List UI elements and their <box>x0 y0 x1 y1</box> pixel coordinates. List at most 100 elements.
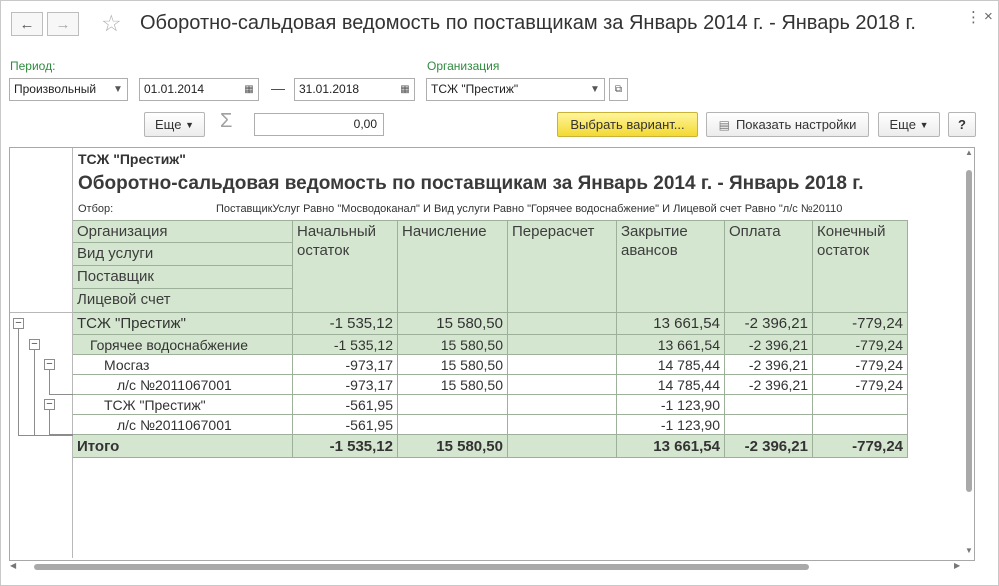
tree-line <box>18 329 19 436</box>
row-service-name[interactable]: Горячее водоснабжение <box>73 335 293 355</box>
sigma-icon[interactable]: Σ <box>220 110 232 133</box>
row-supplier-prestige-opening: -561,95 <box>293 395 398 415</box>
star-icon[interactable]: ☆ <box>101 10 122 37</box>
row-service-closing: -779,24 <box>813 335 908 355</box>
settings-icon: ▤ <box>718 117 730 132</box>
more-button-label: Еще <box>889 117 916 132</box>
vertical-scroll-thumb[interactable] <box>966 170 972 492</box>
tree-line <box>49 394 73 395</box>
scroll-right-icon[interactable]: ▶ <box>954 561 960 570</box>
chevron-down-icon: ▼ <box>185 119 194 130</box>
row-supplier-mosgaz-payment: -2 396,21 <box>725 355 813 375</box>
horizontal-scrollbar[interactable]: ◀ ▶ <box>10 561 975 573</box>
row-org-payment: -2 396,21 <box>725 313 813 335</box>
show-settings-button[interactable]: ▤ Показать настройки <box>706 112 869 137</box>
header-service-type: Вид услуги <box>73 243 293 266</box>
row-account-2-opening: -561,95 <box>293 415 398 435</box>
total-recalc <box>508 435 617 458</box>
filter-text: ПоставщикУслуг Равно "Мосводоканал" И Ви… <box>216 203 843 215</box>
tree-line <box>34 350 35 436</box>
row-org-name[interactable]: ТСЖ "Престиж" <box>73 313 293 335</box>
tree-line <box>49 370 50 395</box>
row-supplier-mosgaz-advance: 14 785,44 <box>617 355 725 375</box>
arrow-right-icon: → <box>55 15 71 33</box>
row-supplier-prestige-closing <box>813 395 908 415</box>
collapse-icon[interactable]: − <box>44 359 55 370</box>
date-range-dash: — <box>271 80 285 96</box>
more-vertical-icon[interactable]: ⋮ <box>966 8 981 26</box>
scroll-down-icon[interactable]: ▼ <box>965 546 973 555</box>
back-button[interactable]: ← <box>11 12 43 36</box>
close-icon[interactable]: × <box>984 8 993 25</box>
row-supplier-mosgaz-name[interactable]: Мосгаз <box>73 355 293 375</box>
row-supplier-prestige-advance: -1 123,90 <box>617 395 725 415</box>
row-service-recalc <box>508 335 617 355</box>
more-button-right[interactable]: Еще ▼ <box>878 112 940 137</box>
organization-label: Организация <box>427 59 500 73</box>
arrow-left-icon: ← <box>19 15 35 33</box>
header-opening-balance: Начальный остаток <box>293 220 398 313</box>
row-account-1-closing: -779,24 <box>813 375 908 395</box>
row-supplier-mosgaz-recalc <box>508 355 617 375</box>
row-supplier-prestige-payment <box>725 395 813 415</box>
row-account-2-advance: -1 123,90 <box>617 415 725 435</box>
row-account-1-accrual: 15 580,50 <box>398 375 508 395</box>
report-title: Оборотно-сальдовая ведомость по поставщи… <box>78 173 864 194</box>
date-from-input[interactable]: 01.01.2014 <box>139 78 241 101</box>
row-account-2-accrual <box>398 415 508 435</box>
date-to-input[interactable]: 31.01.2018 <box>294 78 397 101</box>
total-accrual: 15 580,50 <box>398 435 508 458</box>
row-supplier-mosgaz-opening: -973,17 <box>293 355 398 375</box>
scroll-up-icon[interactable]: ▲ <box>965 148 973 157</box>
more-button-left[interactable]: Еще ▼ <box>144 112 205 137</box>
dropdown-arrow-icon[interactable]: ▼ <box>586 78 605 101</box>
collapse-icon[interactable]: − <box>29 339 40 350</box>
help-button[interactable]: ? <box>948 112 976 137</box>
row-org-accrual: 15 580,50 <box>398 313 508 335</box>
header-supplier: Поставщик <box>73 266 293 289</box>
dropdown-arrow-icon[interactable]: ▼ <box>109 78 128 101</box>
tree-line <box>18 435 73 436</box>
collapse-icon[interactable]: − <box>13 318 24 329</box>
scroll-left-icon[interactable]: ◀ <box>10 561 16 570</box>
row-supplier-prestige-name[interactable]: ТСЖ "Престиж" <box>73 395 293 415</box>
row-account-1-advance: 14 785,44 <box>617 375 725 395</box>
open-link-icon[interactable]: ⧉ <box>609 78 628 101</box>
row-account-1-recalc <box>508 375 617 395</box>
total-label: Итого <box>73 435 293 458</box>
header-recalculation: Перерасчет <box>508 220 617 313</box>
tree-line <box>49 434 73 435</box>
row-service-opening: -1 535,12 <box>293 335 398 355</box>
sum-field: 0,00 <box>254 113 384 136</box>
header-advance-closing: Закрытие авансов <box>617 220 725 313</box>
row-account-2-payment <box>725 415 813 435</box>
header-account: Лицевой счет <box>73 289 293 313</box>
page-title: Оборотно-сальдовая ведомость по поставщи… <box>140 12 916 34</box>
row-org-opening: -1 535,12 <box>293 313 398 335</box>
total-opening: -1 535,12 <box>293 435 398 458</box>
row-supplier-mosgaz-accrual: 15 580,50 <box>398 355 508 375</box>
select-variant-button[interactable]: Выбрать вариант... <box>557 112 698 137</box>
row-supplier-prestige-recalc <box>508 395 617 415</box>
collapse-icon[interactable]: − <box>44 399 55 410</box>
row-account-1-name[interactable]: л/с №2011067001 <box>73 375 293 395</box>
header-accrual: Начисление <box>398 220 508 313</box>
filter-label: Отбор: <box>78 203 114 215</box>
row-org-advance: 13 661,54 <box>617 313 725 335</box>
row-account-2-closing <box>813 415 908 435</box>
period-label: Период: <box>10 59 56 73</box>
vertical-scrollbar[interactable]: ▲ ▼ <box>964 148 974 560</box>
row-account-2-name[interactable]: л/с №2011067001 <box>73 415 293 435</box>
organization-input[interactable]: ТСЖ "Престиж" <box>426 78 587 101</box>
row-org-closing: -779,24 <box>813 313 908 335</box>
period-type-select[interactable]: Произвольный <box>9 78 110 101</box>
total-advance: 13 661,54 <box>617 435 725 458</box>
row-account-2-recalc <box>508 415 617 435</box>
forward-button[interactable]: → <box>47 12 79 36</box>
calendar-icon[interactable]: ▦ <box>396 78 415 101</box>
gutter-header-divider <box>10 312 73 313</box>
total-payment: -2 396,21 <box>725 435 813 458</box>
row-org-recalc <box>508 313 617 335</box>
horizontal-scroll-thumb[interactable] <box>34 564 809 570</box>
calendar-icon[interactable]: ▦ <box>240 78 259 101</box>
